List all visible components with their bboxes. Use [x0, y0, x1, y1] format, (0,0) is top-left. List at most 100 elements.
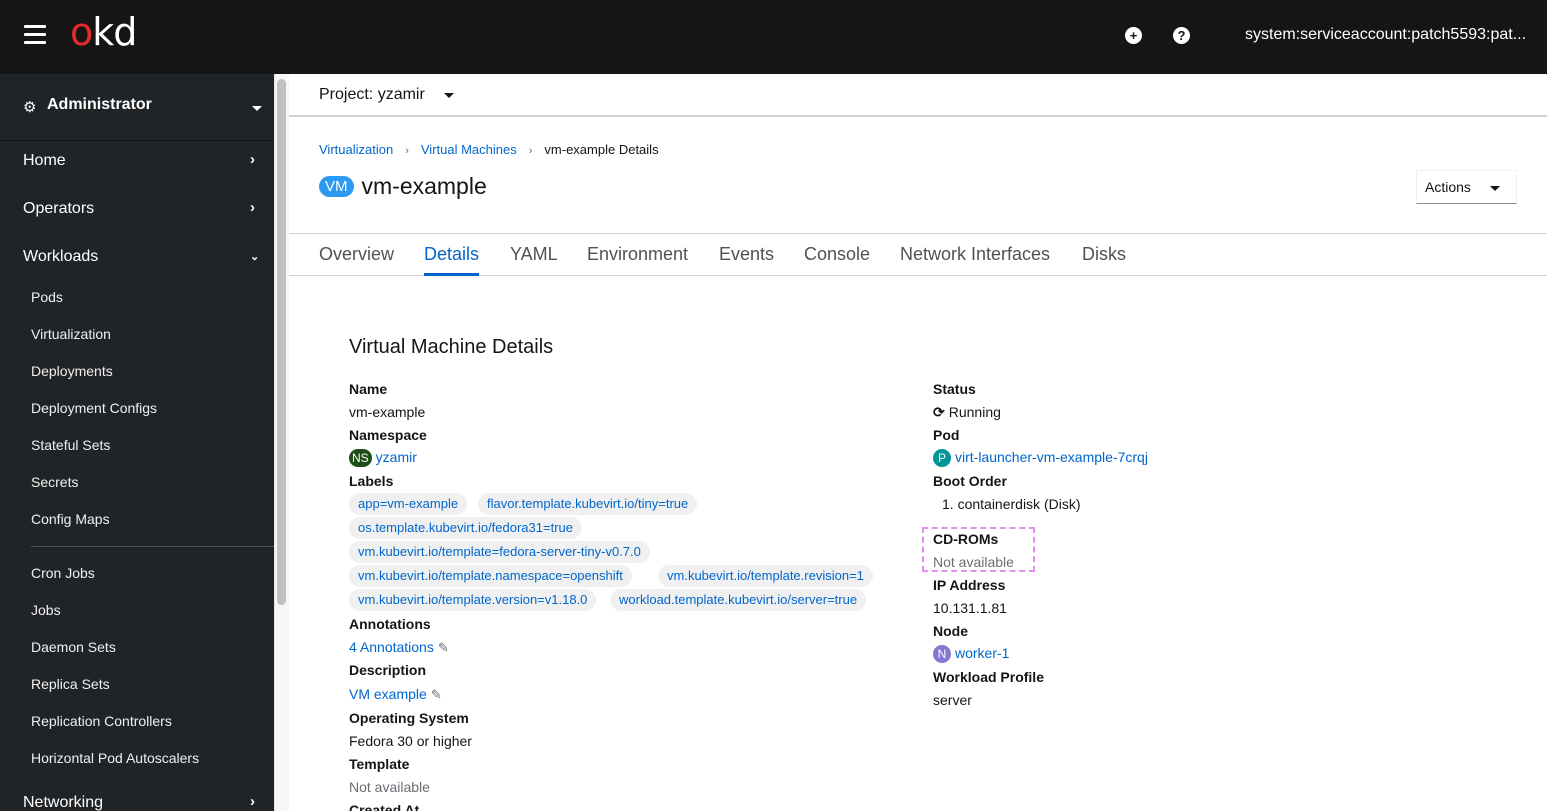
chevron-right-icon: › [405, 145, 409, 157]
project-label: Project: yzamir [319, 86, 425, 103]
workload-profile-label: Workload Profile [933, 669, 1044, 685]
label-chip[interactable]: vm.kubevirt.io/template.namespace=opensh… [349, 565, 632, 587]
workload-profile-value: server [933, 692, 972, 708]
project-selector[interactable]: Project: yzamir [319, 86, 425, 104]
created-at-label: Created At [349, 802, 420, 811]
label-chip[interactable]: os.template.kubevirt.io/fedora31=true [349, 517, 582, 539]
description-label: Description [349, 662, 427, 678]
hamburger-menu-icon[interactable] [24, 25, 46, 45]
status-value: ⟳ Running [933, 404, 1001, 421]
pencil-icon[interactable]: ✎ [438, 640, 449, 655]
masthead: okd + ? system:serviceaccount:patch5593:… [0, 0, 1547, 74]
sidebar-item-deployments[interactable]: Deployments [31, 363, 113, 379]
namespace-link[interactable]: yzamir [376, 449, 417, 465]
name-value: vm-example [349, 404, 426, 420]
label-chip[interactable]: workload.template.kubevirt.io/server=tru… [610, 589, 867, 611]
cogs-icon: ⚙ [23, 99, 37, 116]
chevron-right-icon: › [250, 151, 255, 168]
pod-value: Pvirt-launcher-vm-example-7crqj [933, 449, 1148, 468]
label-chip[interactable]: vm.kubevirt.io/template=fedora-server-ti… [349, 541, 650, 563]
status-text: Running [948, 404, 1001, 420]
section-label: Workloads [23, 248, 99, 265]
boot-order-value: 1. containerdisk (Disk) [942, 496, 1081, 512]
tab-network-interfaces[interactable]: Network Interfaces [900, 244, 1050, 276]
tab-environment[interactable]: Environment [587, 244, 688, 276]
sidebar-item-horizontal-pod-autoscalers[interactable]: Horizontal Pod Autoscalers [31, 750, 199, 766]
os-label: Operating System [349, 710, 469, 726]
breadcrumb-virtual-machines[interactable]: Virtual Machines [421, 142, 517, 157]
okd-logo[interactable]: okd [70, 10, 137, 54]
vm-title: vm-example [361, 172, 487, 199]
breadcrumb: Virtualization › Virtual Machines › vm-examp… [319, 142, 659, 157]
status-label: Status [933, 381, 976, 397]
label-chip[interactable]: flavor.template.kubevirt.io/tiny=true [478, 493, 698, 515]
annotations-value: 4 Annotations ✎ [349, 639, 449, 656]
logo-o: o [70, 10, 93, 54]
pencil-icon[interactable]: ✎ [431, 687, 442, 702]
nav-divider [31, 546, 274, 547]
sidebar-item-deployment-configs[interactable]: Deployment Configs [31, 400, 157, 416]
label-chip[interactable]: app=vm-example [349, 493, 468, 515]
sidebar-item-config-maps[interactable]: Config Maps [31, 511, 110, 527]
tab-overview[interactable]: Overview [319, 244, 394, 276]
breadcrumb-virtualization[interactable]: Virtualization [319, 142, 393, 157]
sidebar-item-replication-controllers[interactable]: Replication Controllers [31, 713, 172, 729]
pod-link[interactable]: virt-launcher-vm-example-7crqj [955, 449, 1148, 465]
labels-label: Labels [349, 473, 394, 489]
tab-yaml[interactable]: YAML [510, 244, 558, 276]
name-label: Name [349, 381, 388, 397]
sidebar-item-stateful-sets[interactable]: Stateful Sets [31, 437, 110, 453]
sidebar-item-secrets[interactable]: Secrets [31, 474, 78, 490]
tab-events[interactable]: Events [719, 244, 774, 276]
page-title: VM vm-example [319, 171, 487, 201]
section-label: Home [23, 152, 66, 169]
ip-address-label: IP Address [933, 577, 1006, 593]
sidebar-item-cron-jobs[interactable]: Cron Jobs [31, 565, 95, 581]
caret-down-icon[interactable] [444, 93, 454, 98]
boot-order-label: Boot Order [933, 473, 1007, 489]
tab-details[interactable]: Details [424, 244, 480, 276]
sidebar-section-workloads[interactable]: Workloads ⌄ [0, 238, 274, 278]
perspective-switcher[interactable]: ⚙ Administrator [0, 74, 274, 141]
label-chip[interactable]: vm.kubevirt.io/template.version=v1.18.0 [349, 589, 597, 611]
user-menu[interactable]: system:serviceaccount:patch5593:pat... [1245, 26, 1526, 44]
tab-bar: Overview Details YAML Environment Events… [289, 233, 1547, 276]
tab-console[interactable]: Console [804, 244, 870, 276]
pod-label: Pod [933, 427, 960, 443]
sidebar-item-replica-sets[interactable]: Replica Sets [31, 676, 110, 692]
chevron-right-icon: › [250, 199, 255, 216]
sidebar-item-virtualization[interactable]: Virtualization [31, 326, 111, 342]
template-label: Template [349, 756, 410, 772]
node-badge: N [933, 645, 951, 664]
sidebar-item-daemon-sets[interactable]: Daemon Sets [31, 639, 116, 655]
section-label: Operators [23, 200, 95, 217]
tab-disks[interactable]: Disks [1082, 244, 1126, 276]
sidebar-section-home[interactable]: Home › [0, 142, 274, 182]
label-chip[interactable]: vm.kubevirt.io/template.revision=1 [658, 565, 873, 587]
node-value: Nworker-1 [933, 645, 1009, 664]
sidebar: ⚙ Administrator Home › Operators › Workl… [0, 74, 274, 811]
annotations-label: Annotations [349, 616, 431, 632]
sidebar-scrollbar-thumb[interactable] [277, 79, 286, 605]
section-title: Virtual Machine Details [349, 336, 554, 358]
sidebar-section-operators[interactable]: Operators › [0, 190, 274, 230]
pod-badge: P [933, 449, 951, 468]
section-label: Networking [23, 794, 104, 811]
sidebar-section-networking[interactable]: Networking › [0, 784, 274, 811]
node-link[interactable]: worker-1 [955, 645, 1009, 661]
question-circle-icon[interactable]: ? [1173, 27, 1190, 44]
sidebar-item-jobs[interactable]: Jobs [31, 602, 61, 618]
namespace-label: Namespace [349, 427, 427, 443]
namespace-badge: NS [349, 449, 372, 468]
actions-dropdown[interactable]: Actions [1416, 170, 1517, 204]
namespace-value: NS yzamir [349, 449, 417, 468]
plus-circle-icon[interactable]: + [1125, 27, 1142, 44]
actions-label: Actions [1425, 179, 1471, 195]
description-link[interactable]: VM example [349, 686, 427, 702]
sidebar-item-pods[interactable]: Pods [31, 289, 63, 305]
perspective-label: Administrator [47, 96, 152, 113]
cdroms-value: Not available [933, 554, 1014, 570]
os-value: Fedora 30 or higher [349, 733, 472, 749]
annotations-link[interactable]: 4 Annotations [349, 639, 434, 655]
sync-icon: ⟳ [933, 404, 945, 420]
